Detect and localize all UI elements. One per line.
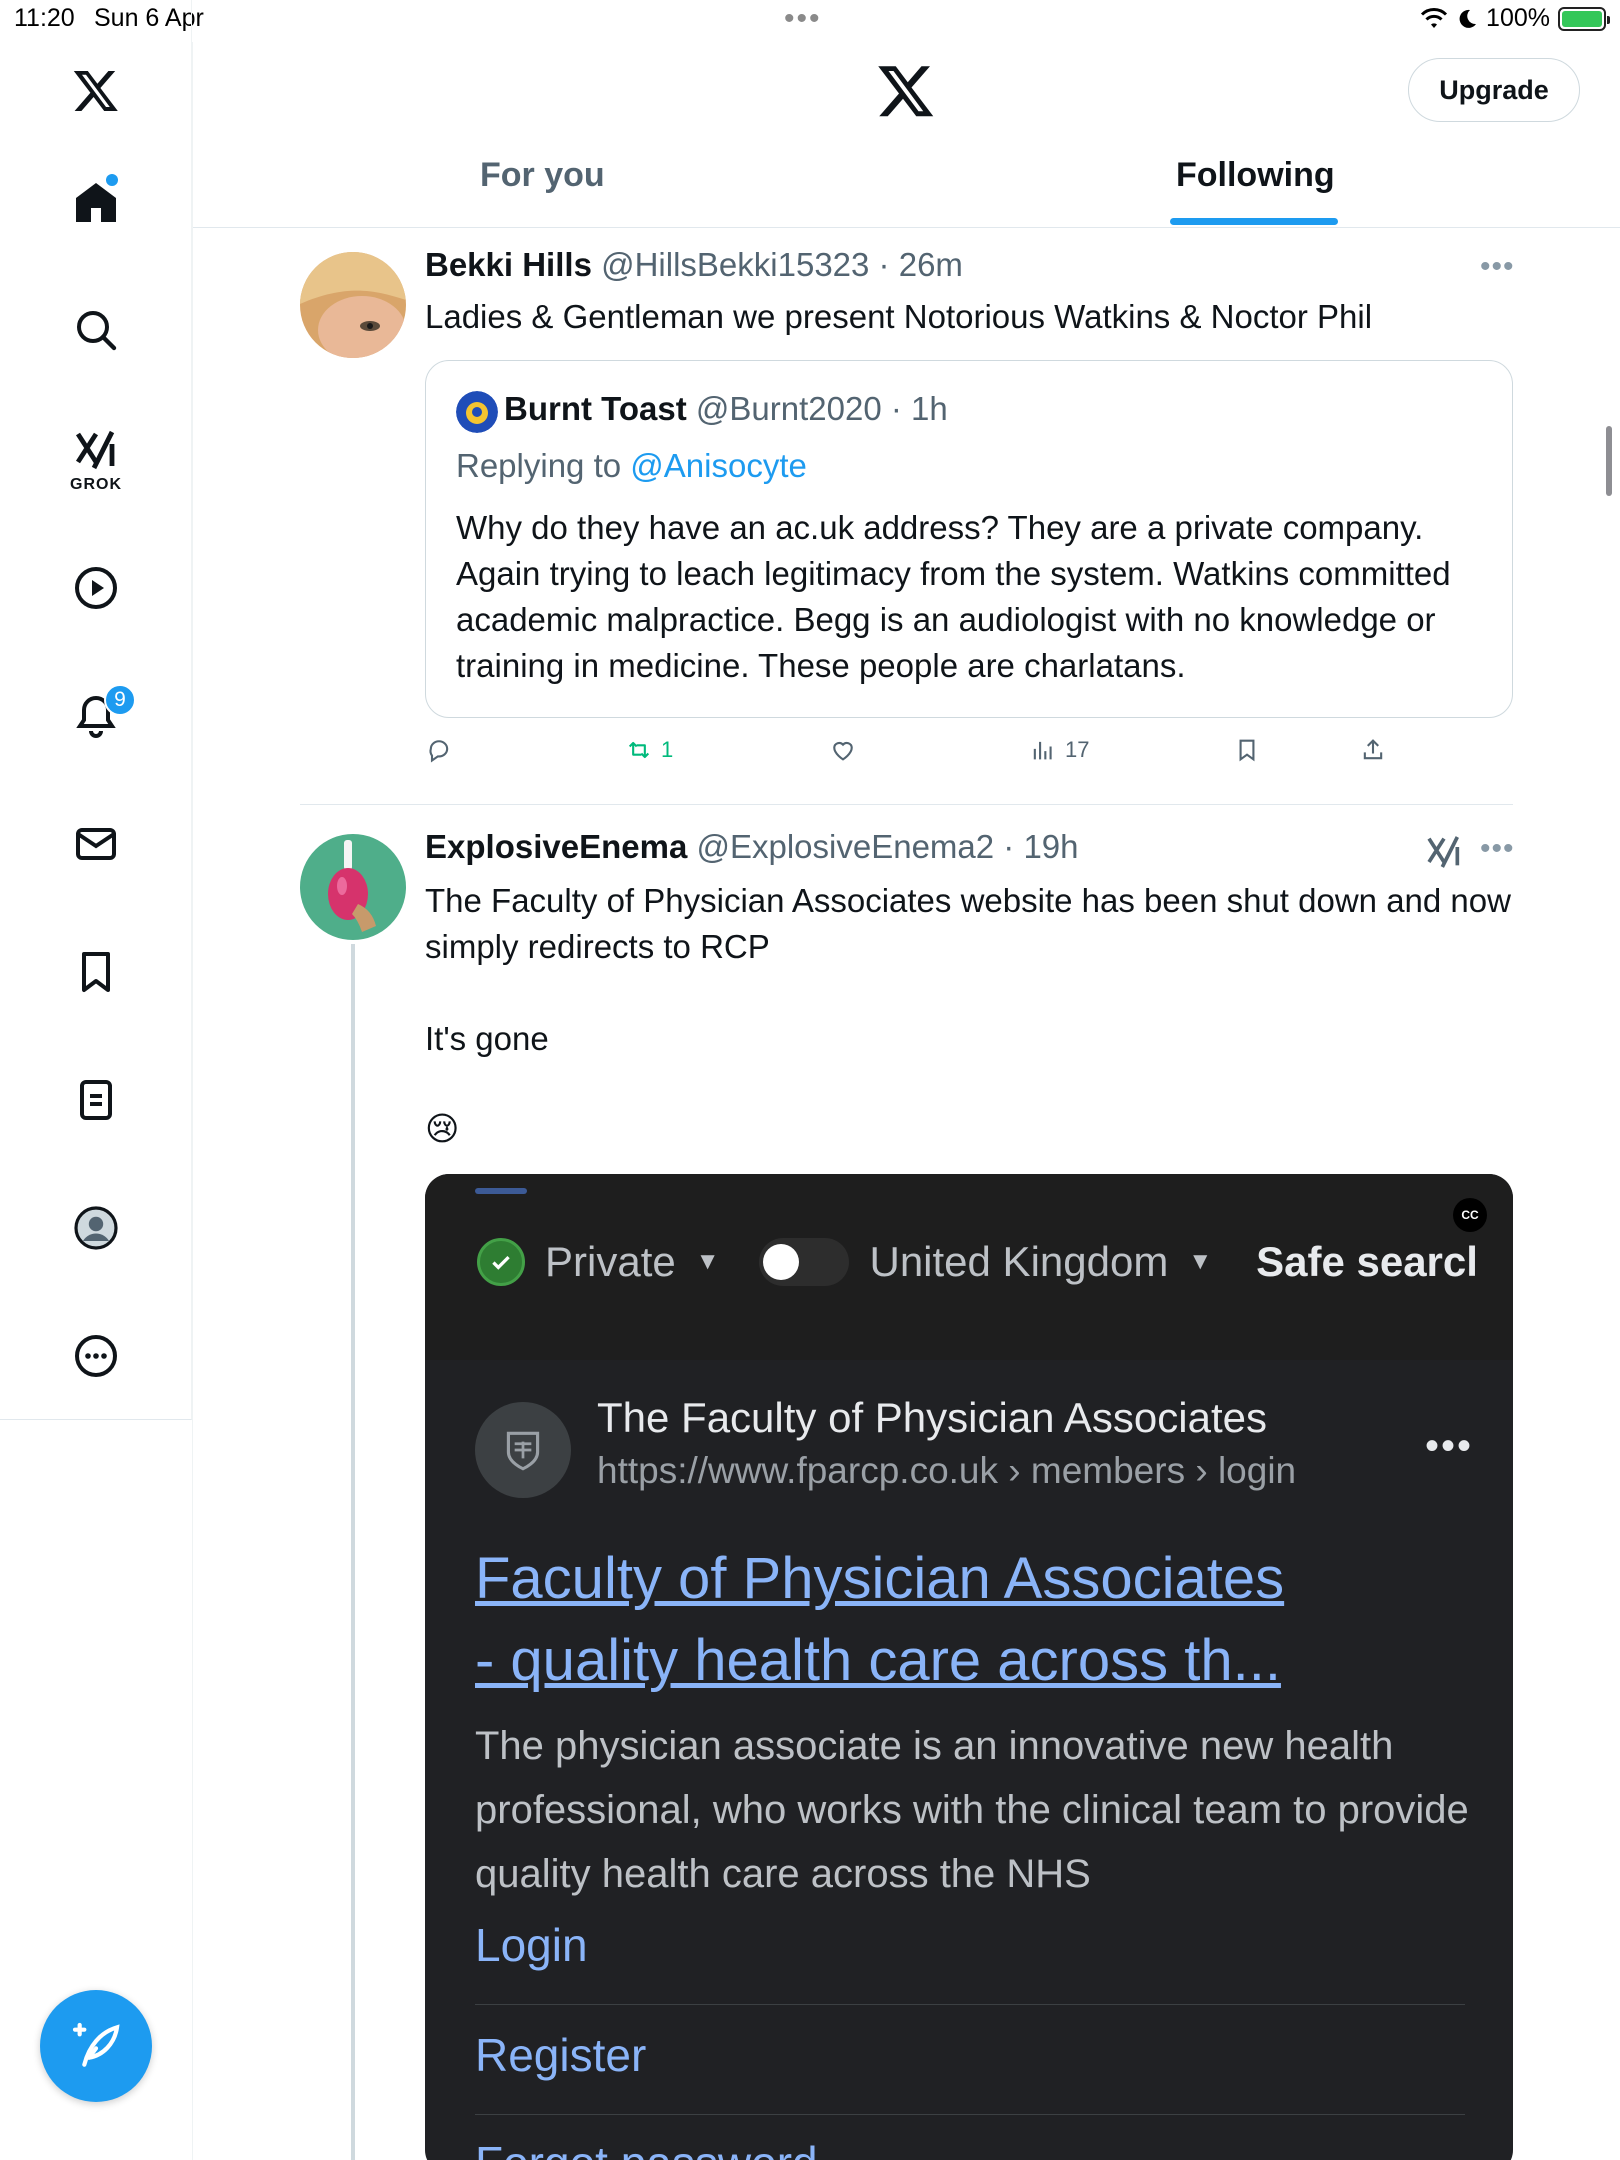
chevron-down-icon: ▼: [695, 1248, 720, 1275]
avatar[interactable]: [300, 252, 406, 358]
progress-strip: [475, 1188, 527, 1194]
sitelink-divider: [475, 2114, 1465, 2115]
quote-time: 1h: [911, 390, 948, 427]
quote-header: Burnt Toast @Burnt2020 · 1h: [504, 390, 948, 428]
compose-icon: [72, 2022, 120, 2067]
dot-separator: ·: [869, 246, 899, 283]
moon-icon: [1459, 9, 1477, 28]
tweet-text: It's gone: [425, 1020, 549, 1057]
mention-link[interactable]: @Anisocyte: [630, 447, 807, 484]
heart-icon: [833, 741, 853, 761]
tab-for-you[interactable]: For you: [480, 156, 605, 195]
lists-icon[interactable]: [60, 1064, 132, 1136]
sidebar-divider: [192, 42, 193, 2160]
sitelink-divider: [475, 2004, 1465, 2005]
tweet-text: Ladies & Gentleman we present Notorious …: [425, 298, 1373, 335]
region-filter: United Kingdom: [869, 1238, 1169, 1285]
tweet-media-video[interactable]: CC Private ▼ United Kingdom ▼ Safe searc…: [425, 1174, 1513, 2160]
result-title-line: Faculty of Physician Associates: [475, 1546, 1285, 1611]
home-unread-dot: [106, 174, 118, 186]
author-name[interactable]: Bekki Hills: [425, 246, 592, 283]
share-icon: [1363, 739, 1383, 760]
author-handle[interactable]: @ExplosiveEnema2: [696, 828, 994, 865]
compose-button[interactable]: [40, 1990, 152, 2102]
upgrade-button[interactable]: Upgrade: [1408, 58, 1580, 122]
crying-emoji: 😢: [425, 1110, 460, 1147]
site-name: The Faculty of Physician Associates: [597, 1394, 1267, 1441]
messages-icon[interactable]: [60, 808, 132, 880]
x-logo-icon[interactable]: [60, 54, 132, 126]
chevron-down-icon: ▼: [1188, 1248, 1213, 1275]
views-button[interactable]: 17: [1029, 736, 1089, 764]
dot-separator: ·: [994, 828, 1024, 865]
sitelink-forgot-password: Forgot password: [475, 2136, 818, 2160]
profile-icon[interactable]: [60, 1192, 132, 1264]
share-button[interactable]: [1359, 736, 1387, 764]
tweet-time[interactable]: 19h: [1023, 828, 1078, 865]
multitasking-dots[interactable]: •••: [784, 2, 822, 36]
cc-button[interactable]: CC: [1453, 1198, 1487, 1232]
author-name[interactable]: ExplosiveEnema: [425, 828, 687, 865]
more-icon[interactable]: [60, 1320, 132, 1392]
reply-button[interactable]: [425, 736, 453, 764]
result-title: Faculty of Physician Associates - qualit…: [475, 1538, 1475, 1702]
safe-search-filter: Safe searcl: [1256, 1238, 1478, 1285]
repost-count: 1: [661, 737, 674, 762]
result-description: The physician associate is an innovative…: [475, 1724, 1469, 1896]
filter-row: Private ▼ United Kingdom ▼ Safe searcl: [477, 1238, 1478, 1286]
tab-following[interactable]: Following: [1176, 156, 1335, 195]
battery-icon: [1558, 6, 1610, 31]
search-icon[interactable]: [60, 294, 132, 366]
like-button[interactable]: [829, 736, 857, 764]
check-icon: [477, 1238, 525, 1286]
tweet-header: ExplosiveEnema @ExplosiveEnema2 · 19h: [425, 828, 1079, 866]
site-url: https://www.fparcp.co.uk › members › log…: [597, 1450, 1297, 1491]
wifi-icon: [1420, 7, 1448, 28]
tab-active-indicator: [1170, 218, 1338, 225]
more-icon: •••: [1424, 1424, 1473, 1468]
status-indicators: 100%: [1420, 4, 1610, 33]
author-handle[interactable]: @HillsBekki15323: [601, 246, 869, 283]
sitelink-login: Login: [475, 1919, 588, 1971]
avatar[interactable]: [456, 391, 498, 433]
battery-percent: 100%: [1486, 4, 1550, 32]
dot-separator: ·: [881, 390, 912, 427]
repost-icon: [628, 741, 650, 759]
toggle-switch: [759, 1238, 850, 1286]
tweet-text: The Faculty of Physician Associates webs…: [425, 882, 1511, 965]
replying-prefix: Replying to: [456, 447, 622, 484]
result-title-line: - quality health care across th...: [475, 1628, 1281, 1693]
tweet-more-button[interactable]: •••: [1480, 832, 1515, 866]
avatar[interactable]: [300, 834, 406, 940]
quote-text: Why do they have an ac.uk address? They …: [456, 509, 1451, 684]
tweet-more-button[interactable]: •••: [1480, 250, 1515, 284]
thread-line: [351, 944, 355, 2160]
reply-icon: [429, 740, 449, 763]
quote-replying-to: Replying to @Anisocyte: [456, 447, 807, 485]
video-icon[interactable]: [60, 552, 132, 624]
search-filter-bar: CC Private ▼ United Kingdom ▼ Safe searc…: [425, 1174, 1513, 1360]
grok-icon[interactable]: [1424, 832, 1464, 872]
tweet-actions: 1 17: [425, 736, 1405, 772]
x-logo-icon[interactable]: [876, 60, 936, 120]
bookmark-icon: [1239, 739, 1255, 762]
header-divider: [193, 227, 1620, 228]
private-filter: Private: [545, 1238, 676, 1285]
site-favicon: [475, 1402, 571, 1498]
notifications-badge: 9: [104, 684, 136, 716]
tweet-time[interactable]: 26m: [899, 246, 963, 283]
repost-button[interactable]: 1: [625, 736, 673, 764]
views-icon: [1033, 741, 1052, 760]
bookmark-button[interactable]: [1233, 736, 1261, 764]
grok-label: GROK: [70, 476, 122, 493]
bookmarks-icon[interactable]: [60, 936, 132, 1008]
scrollbar[interactable]: [1606, 426, 1612, 496]
views-count: 17: [1065, 737, 1090, 762]
quote-author-handle: @Burnt2020: [695, 390, 882, 427]
quote-author-name: Burnt Toast: [504, 390, 687, 427]
tweet-divider: [300, 804, 1513, 805]
home-icon[interactable]: [60, 166, 132, 238]
sitelink-register: Register: [475, 2029, 647, 2081]
tweet-header: Bekki Hills @HillsBekki15323 · 26m: [425, 246, 963, 284]
